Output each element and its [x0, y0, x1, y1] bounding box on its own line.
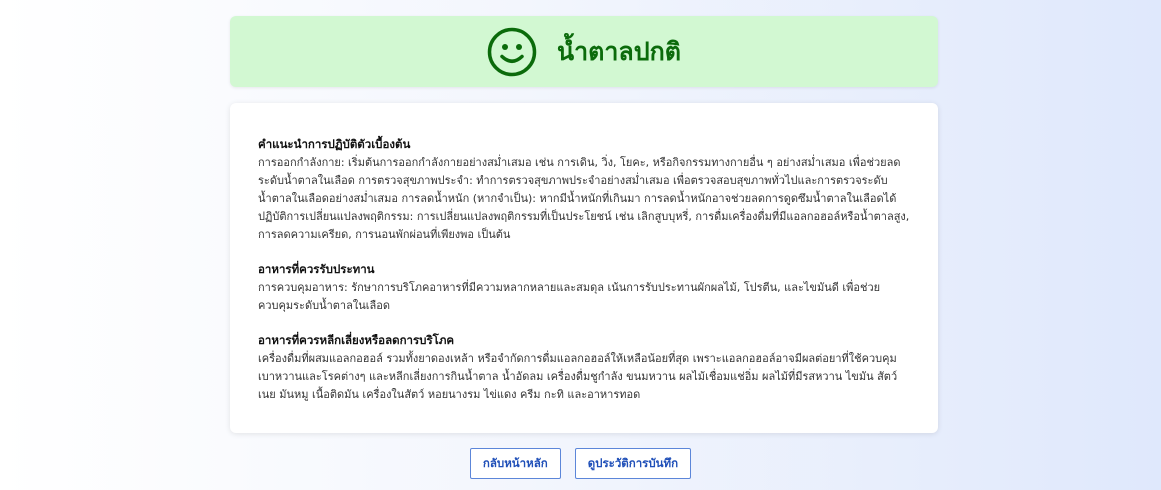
result-title: น้ำตาลปกติ	[557, 36, 681, 66]
advice-section-recommended-food: อาหารที่ควรรับประทาน การควบคุมอาหาร: รัก…	[258, 260, 910, 315]
advice-card: คำแนะนำการปฏิบัติตัวเบื้องต้น การออกกำลั…	[230, 103, 938, 433]
section-body: เครื่องดื่มที่ผสมแอลกอฮอล์ รวมทั้งยาดองเ…	[258, 352, 898, 401]
section-body: การควบคุมอาหาร: รักษาการบริโภคอาหารที่มี…	[258, 281, 881, 312]
action-buttons: กลับหน้าหลัก ดูประวัติการบันทึก	[0, 448, 1161, 479]
section-heading: คำแนะนำการปฏิบัติตัวเบื้องต้น	[258, 137, 411, 151]
section-heading: อาหารที่ควรหลีกเลี่ยงหรือลดการบริโภค	[258, 333, 455, 347]
result-banner: น้ำตาลปกติ	[230, 16, 938, 87]
view-history-button[interactable]: ดูประวัติการบันทึก	[574, 448, 692, 479]
advice-section-avoid-food: อาหารที่ควรหลีกเลี่ยงหรือลดการบริโภค เคร…	[258, 331, 910, 404]
advice-section-general: คำแนะนำการปฏิบัติตัวเบื้องต้น การออกกำลั…	[258, 135, 910, 244]
section-body: การออกกำลังกาย: เริ่มต้นการออกกำลังกายอย…	[258, 156, 910, 241]
smiley-face-icon	[487, 27, 537, 76]
section-heading: อาหารที่ควรรับประทาน	[258, 262, 375, 276]
back-to-home-button[interactable]: กลับหน้าหลัก	[469, 448, 561, 479]
